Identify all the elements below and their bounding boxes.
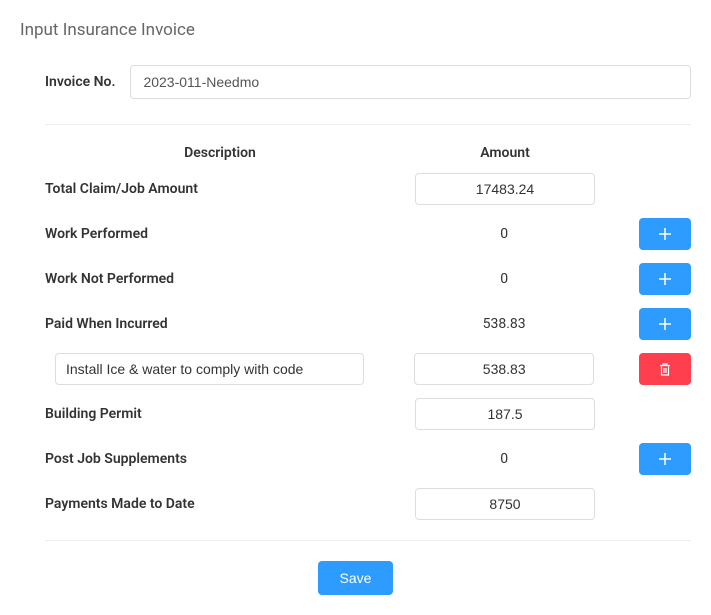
input-pwi-subitem-amount[interactable] — [414, 353, 594, 385]
input-building-permit-amount[interactable] — [415, 398, 595, 430]
row-payments-made: Payments Made to Date — [45, 488, 691, 520]
page-title: Input Insurance Invoice — [20, 20, 691, 40]
add-work-performed-button[interactable] — [639, 218, 691, 250]
input-payments-made-amount[interactable] — [415, 488, 595, 520]
label-work-not-performed: Work Not Performed — [45, 271, 394, 287]
amount-work-not-performed: 0 — [500, 271, 508, 287]
row-work-performed: Work Performed 0 — [45, 218, 691, 250]
add-post-job-supplements-button[interactable] — [639, 443, 691, 475]
row-work-not-performed: Work Not Performed 0 — [45, 263, 691, 295]
amount-work-performed: 0 — [500, 226, 508, 242]
label-total-claim: Total Claim/Job Amount — [45, 181, 395, 197]
divider-bottom — [45, 540, 691, 541]
table-header: Description Amount — [45, 145, 691, 161]
invoice-no-row: Invoice No. — [45, 65, 691, 99]
invoice-no-input[interactable] — [130, 65, 691, 99]
amount-post-job-supplements: 0 — [500, 451, 508, 467]
header-amount: Amount — [415, 145, 595, 161]
label-payments-made: Payments Made to Date — [45, 496, 395, 512]
row-paid-when-incurred: Paid When Incurred 538.83 — [45, 308, 691, 340]
label-work-performed: Work Performed — [45, 226, 394, 242]
label-post-job-supplements: Post Job Supplements — [45, 451, 394, 467]
delete-pwi-subitem-button[interactable] — [639, 353, 691, 385]
row-post-job-supplements: Post Job Supplements 0 — [45, 443, 691, 475]
divider-top — [45, 124, 691, 125]
amount-paid-when-incurred: 538.83 — [483, 316, 526, 332]
add-work-not-performed-button[interactable] — [639, 263, 691, 295]
input-pwi-subitem-desc[interactable] — [55, 353, 364, 385]
plus-icon — [658, 317, 672, 331]
label-building-permit: Building Permit — [45, 406, 395, 422]
plus-icon — [658, 272, 672, 286]
row-total-claim: Total Claim/Job Amount — [45, 173, 691, 205]
invoice-no-label: Invoice No. — [45, 74, 115, 90]
row-pwi-subitem — [45, 353, 691, 385]
trash-icon — [658, 362, 672, 377]
label-paid-when-incurred: Paid When Incurred — [45, 316, 394, 332]
add-paid-when-incurred-button[interactable] — [639, 308, 691, 340]
plus-icon — [658, 227, 672, 241]
row-building-permit: Building Permit — [45, 398, 691, 430]
header-description: Description — [45, 145, 395, 161]
input-total-claim-amount[interactable] — [415, 173, 595, 205]
plus-icon — [658, 452, 672, 466]
save-button[interactable]: Save — [318, 561, 394, 595]
